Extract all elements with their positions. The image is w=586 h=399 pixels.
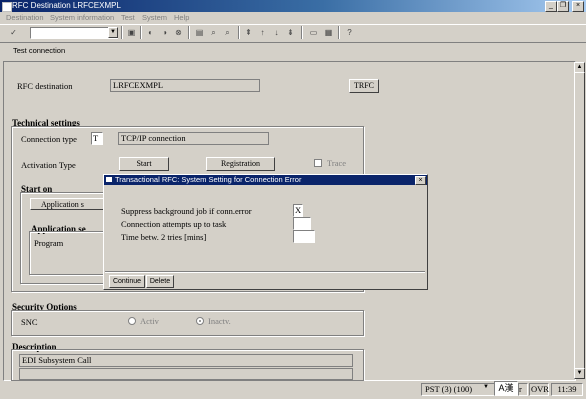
system-info-dropdown-icon[interactable]: ▼ <box>483 384 489 390</box>
description-line-2 <box>19 368 353 380</box>
window-title-bar: RFC Destination LRFCEXMPL _ ❐ × <box>0 0 586 12</box>
dialog-close-button[interactable]: × <box>415 176 426 185</box>
security-options-group <box>11 310 364 336</box>
dialog-divider <box>105 271 425 273</box>
ime-indicator[interactable]: A漢 <box>494 381 518 396</box>
dialog-title: Transactional RFC: System Setting for Co… <box>115 175 302 184</box>
first-page-icon[interactable]: ⇞ <box>243 27 254 38</box>
menu-destination[interactable]: Destination <box>6 13 44 22</box>
cancel-icon[interactable]: ⊗ <box>173 27 184 38</box>
connection-attempts-label: Connection attempts up to task <box>121 219 227 229</box>
dialog-title-bar: Transactional RFC: System Setting for Co… <box>104 175 427 185</box>
status-user-field: r <box>518 383 528 396</box>
transactional-rfc-dialog: Transactional RFC: System Setting for Co… <box>103 174 428 290</box>
test-connection-button[interactable]: Test connection <box>13 46 65 55</box>
save-icon[interactable]: ▣ <box>126 27 137 38</box>
menu-system-information[interactable]: System information <box>50 13 114 22</box>
registration-button[interactable]: Registration <box>206 157 275 171</box>
restore-button[interactable]: ❐ <box>557 1 569 12</box>
snc-activ-radio[interactable] <box>128 317 136 325</box>
delete-button[interactable]: Delete <box>146 275 174 288</box>
description-line-1: EDI Subsystem Call <box>19 354 353 367</box>
connection-type-field[interactable]: T <box>91 132 103 145</box>
continue-button[interactable]: Continue <box>109 275 145 288</box>
suppress-background-job-field[interactable]: X <box>293 204 303 217</box>
previous-page-icon[interactable]: ↑ <box>257 27 268 38</box>
vertical-scrollbar[interactable]: ▲ ▼ <box>574 62 585 379</box>
application-server-button[interactable]: Application s <box>30 198 105 210</box>
menu-bar: Destination System information Test Syst… <box>0 12 586 23</box>
connection-attempts-field[interactable] <box>293 217 311 230</box>
exit-icon[interactable]: ◑ <box>159 27 170 38</box>
scroll-thumb[interactable] <box>574 72 585 369</box>
last-page-icon[interactable]: ⇟ <box>285 27 296 38</box>
find-icon[interactable]: ⌕ <box>208 27 219 38</box>
command-dropdown-icon[interactable]: ▼ <box>108 27 118 38</box>
snc-inactv-radio[interactable] <box>196 317 204 325</box>
time-between-tries-field[interactable] <box>293 230 315 243</box>
snc-label: SNC <box>21 317 38 327</box>
enter-icon[interactable]: ✓ <box>8 27 19 38</box>
new-session-icon[interactable]: ▭ <box>308 27 319 38</box>
dialog-icon <box>106 177 112 182</box>
overwrite-mode-field: OVR <box>529 383 549 396</box>
trfc-button[interactable]: TRFC <box>349 79 379 93</box>
connection-type-label: Connection type <box>21 134 77 144</box>
trace-checkbox[interactable] <box>314 159 322 167</box>
next-page-icon[interactable]: ↓ <box>271 27 282 38</box>
find-next-icon[interactable]: ⌕ <box>222 27 233 38</box>
rfc-destination-field: LRFCEXMPL <box>110 79 260 92</box>
connection-type-description: TCP/IP connection <box>118 132 269 145</box>
scroll-down-icon[interactable]: ▼ <box>574 368 585 379</box>
back-icon[interactable]: ◐ <box>145 27 156 38</box>
command-field[interactable] <box>30 27 118 39</box>
menu-system[interactable]: System <box>142 13 167 22</box>
time-between-tries-label: Time betw. 2 tries [mins] <box>121 232 207 242</box>
snc-inactv-label: Inactv. <box>208 316 231 326</box>
trace-label: Trace <box>327 158 347 168</box>
close-button[interactable]: × <box>572 1 584 12</box>
app-icon <box>2 2 12 12</box>
menu-test[interactable]: Test <box>121 13 135 22</box>
application-toolbar <box>0 42 586 58</box>
help-icon[interactable]: ? <box>344 27 355 38</box>
suppress-background-job-label: Suppress background job if conn.error <box>121 206 252 216</box>
activation-type-label: Activation Type <box>21 160 76 170</box>
minimize-button[interactable]: _ <box>545 1 557 12</box>
rfc-destination-label: RFC destination <box>17 81 73 91</box>
start-button[interactable]: Start <box>119 157 169 171</box>
shortcut-icon[interactable]: ▦ <box>323 27 334 38</box>
menu-help[interactable]: Help <box>174 13 189 22</box>
program-label: Program <box>34 238 64 248</box>
window-title: RFC Destination LRFCEXMPL <box>12 1 121 10</box>
snc-activ-label: Activ <box>140 316 159 326</box>
print-icon[interactable]: ▤ <box>194 27 205 38</box>
clock-field: 11:39 <box>551 383 583 396</box>
